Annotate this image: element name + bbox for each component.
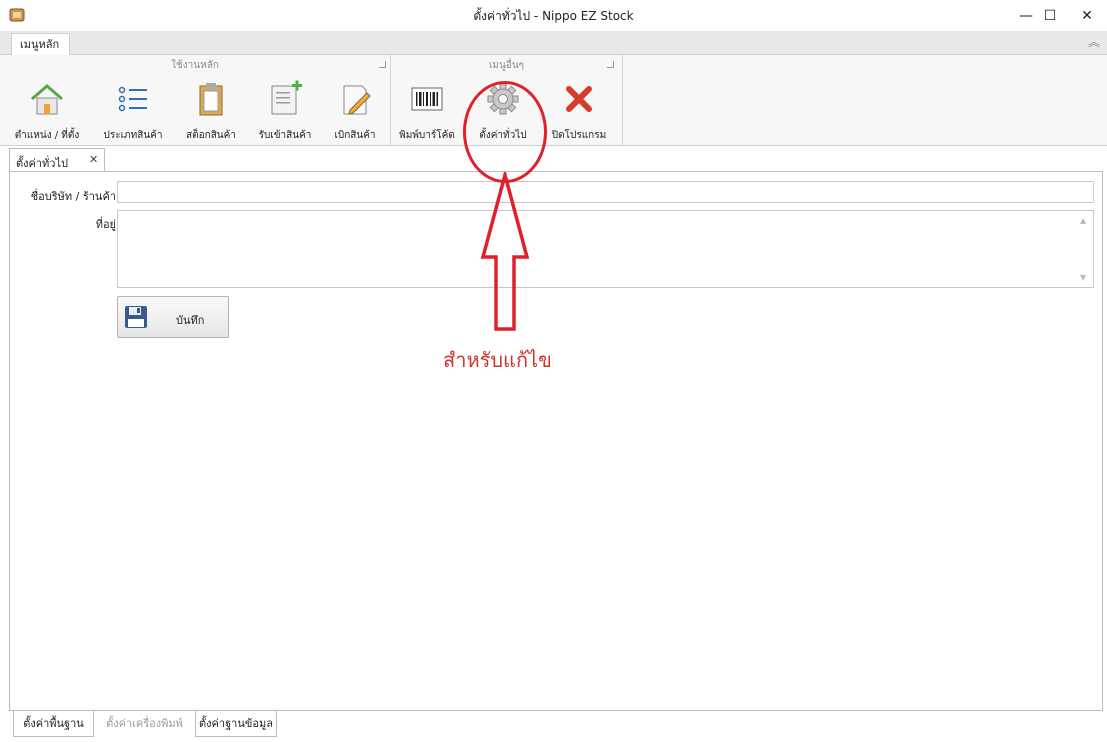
save-button-label: บันทึก (176, 314, 205, 327)
company-label: ชื่อบริษัท / ร้านค้า (30, 190, 116, 203)
scroll-down-icon[interactable]: ▼ (1080, 273, 1086, 282)
close-window-button[interactable]: ✕ (1064, 0, 1107, 31)
address-scrollbar[interactable]: ▲ ▼ (1076, 211, 1093, 287)
chevron-up-icon[interactable]: ︽ (1087, 35, 1101, 49)
ribbon: ใช้งานหลัก ตำแหน่ง / ที่ตั้ง ประเภทสินค้… (0, 55, 1107, 146)
annotation-circle (463, 81, 547, 183)
ribbon-button-label: ตำแหน่ง / ที่ตั้ง (14, 130, 80, 141)
tab-database-settings[interactable]: ตั้งค่าฐานข้อมูล (195, 711, 277, 737)
scroll-up-icon[interactable]: ▲ (1080, 216, 1086, 225)
ribbon-button-location[interactable]: ตำแหน่ง / ที่ตั้ง (0, 77, 94, 143)
address-textarea[interactable]: ▲ ▼ (117, 210, 1094, 288)
ribbon-button-label: สต็อกสินค้า (186, 130, 236, 141)
ribbon-button-receive[interactable]: รับเข้าสินค้า (250, 77, 320, 143)
settings-panel: ชื่อบริษัท / ร้านค้า ที่อยู่ ▲ ▼ บันทึก (9, 171, 1103, 711)
title-bar: ตั้งค่าทั่วไป - Nippo EZ Stock — ☐ ✕ (0, 0, 1107, 31)
ribbon-tab-main-menu[interactable]: เมนูหลัก (11, 33, 71, 56)
document-add-icon (271, 80, 302, 115)
ribbon-button-label: เบิกสินค้า (334, 130, 376, 141)
tab-label: ตั้งค่าทั่วไป (16, 157, 68, 170)
group-launcher-icon[interactable] (607, 61, 614, 68)
company-name-input[interactable] (117, 181, 1094, 203)
ribbon-button-print-barcode[interactable]: พิมพ์บาร์โค้ด (391, 77, 463, 143)
ribbon-button-label: รับเข้าสินค้า (258, 130, 312, 141)
barcode-icon (411, 87, 443, 111)
save-button[interactable]: บันทึก (117, 296, 229, 338)
group-launcher-icon[interactable] (379, 61, 386, 68)
pencil-document-icon (343, 85, 371, 115)
ribbon-tab-strip: เมนูหลัก ︽ (0, 31, 1107, 56)
tab-basic-settings[interactable]: ตั้งค่าพื้นฐาน (13, 711, 94, 737)
tab-printer-settings[interactable]: ตั้งค่าเครื่องพิมพ์ (97, 711, 192, 737)
bottom-tab-strip: ตั้งค่าพื้นฐาน ตั้งค่าเครื่องพิมพ์ ตั้งค… (0, 711, 1107, 742)
floppy-disk-icon (125, 306, 147, 328)
ribbon-button-label: ประเภทสินค้า (103, 130, 163, 141)
ribbon-button-label: ปิดโปรแกรม (551, 130, 607, 141)
ribbon-group-label: เมนูอื่นๆ (488, 60, 525, 71)
ribbon-button-stock[interactable]: สต็อกสินค้า (172, 77, 250, 143)
ribbon-group-label: ใช้งานหลัก (171, 60, 219, 71)
ribbon-button-withdraw[interactable]: เบิกสินค้า (320, 77, 390, 143)
clipboard-icon (199, 83, 223, 116)
annotation-arrow (480, 172, 530, 331)
close-red-icon (566, 86, 592, 112)
ribbon-button-product-type[interactable]: ประเภทสินค้า (94, 77, 172, 143)
document-tab-strip: ตั้งค่าทั่วไป ✕ (0, 146, 1107, 172)
tab-general-settings[interactable]: ตั้งค่าทั่วไป ✕ (9, 148, 105, 172)
window-title: ตั้งค่าทั่วไป - Nippo EZ Stock (473, 9, 634, 23)
home-icon (31, 84, 63, 115)
ribbon-button-label: พิมพ์บาร์โค้ด (399, 130, 455, 141)
ribbon-button-close-program[interactable]: ปิดโปรแกรม (543, 77, 615, 143)
annotation-text: สำหรับแก้ไข (443, 348, 552, 372)
address-label: ที่อยู่ (95, 218, 116, 231)
close-tab-icon[interactable]: ✕ (89, 153, 98, 166)
list-icon (118, 86, 147, 112)
ribbon-group-main: ใช้งานหลัก ตำแหน่ง / ที่ตั้ง ประเภทสินค้… (0, 55, 391, 145)
